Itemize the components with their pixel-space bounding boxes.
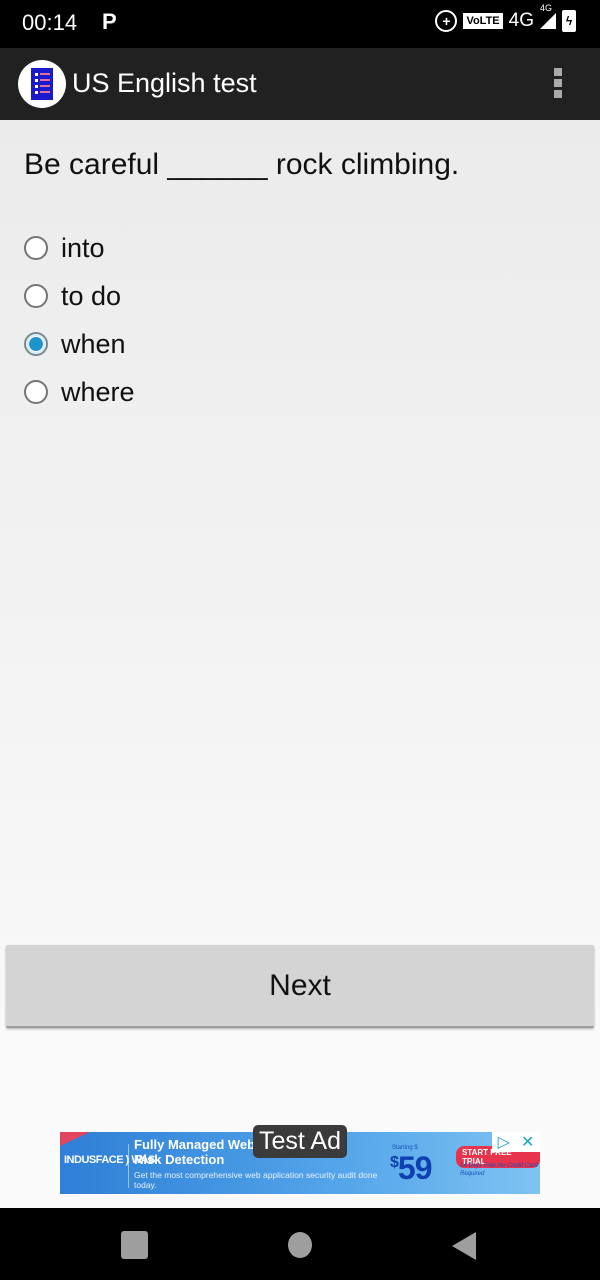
radio-dot xyxy=(29,337,43,351)
network-type: 4G xyxy=(508,10,534,31)
home-icon[interactable] xyxy=(288,1232,312,1258)
ad-choices[interactable]: ▷ ✕ xyxy=(492,1132,540,1152)
option-when[interactable]: when xyxy=(24,320,135,368)
app-bar: US English test xyxy=(0,48,600,120)
ad-close-icon[interactable]: ✕ xyxy=(521,1132,534,1152)
radio-button[interactable] xyxy=(24,236,48,260)
option-label: when xyxy=(61,328,126,359)
signal-icon: 4G xyxy=(540,3,556,29)
radio-button[interactable] xyxy=(24,284,48,308)
ad-price-value: 59 xyxy=(397,1150,433,1186)
app-title: US English test xyxy=(72,68,257,98)
navigation-bar xyxy=(0,1208,600,1280)
option-into[interactable]: into xyxy=(24,224,135,272)
ad-note: 14 Days Free No Credit Card Required xyxy=(460,1163,538,1177)
radio-button[interactable] xyxy=(24,380,48,404)
back-icon[interactable] xyxy=(452,1232,476,1260)
signal-network-label: 4G xyxy=(540,3,553,13)
adchoices-icon[interactable]: ▷ xyxy=(498,1132,510,1152)
option-label: where xyxy=(61,376,135,407)
quiz-content: Be careful ______ rock climbing. into to… xyxy=(0,120,600,1208)
ad-subtext: Get the most comprehensive web applicati… xyxy=(134,1170,378,1190)
ad-divider xyxy=(128,1144,129,1188)
volte-icon: VoLTE xyxy=(463,13,503,29)
ad-price-symbol: $ xyxy=(390,1154,399,1171)
app-logo-icon xyxy=(18,60,66,108)
status-time: 00:14 xyxy=(22,10,78,35)
option-label: into xyxy=(61,232,105,263)
data-saver-icon: + xyxy=(435,10,458,32)
option-to-do[interactable]: to do xyxy=(24,272,135,320)
document-list-icon xyxy=(31,68,53,100)
recent-apps-icon[interactable] xyxy=(121,1231,148,1259)
parking-notification-icon: P xyxy=(102,9,117,34)
ad-headline: Fully Managed Web Risk Detection xyxy=(134,1137,256,1167)
ad-corner-decoration xyxy=(60,1132,90,1146)
option-where[interactable]: where xyxy=(24,368,135,416)
option-label: to do xyxy=(61,280,122,311)
radio-button-checked[interactable] xyxy=(24,332,48,356)
overflow-menu-icon[interactable] xyxy=(548,68,568,102)
next-button[interactable]: Next xyxy=(6,945,594,1028)
battery-charging-icon: ϟ xyxy=(562,10,576,32)
ad-price: $59 xyxy=(390,1150,432,1187)
status-bar: 00:14 P + VoLTE 4G 4G ϟ xyxy=(0,0,600,48)
status-icons: + VoLTE 4G 4G ϟ xyxy=(435,3,576,32)
answer-options: into to do when where xyxy=(24,224,135,416)
question-text: Be careful ______ rock climbing. xyxy=(24,148,460,181)
test-ad-label: Test Ad xyxy=(253,1125,347,1158)
